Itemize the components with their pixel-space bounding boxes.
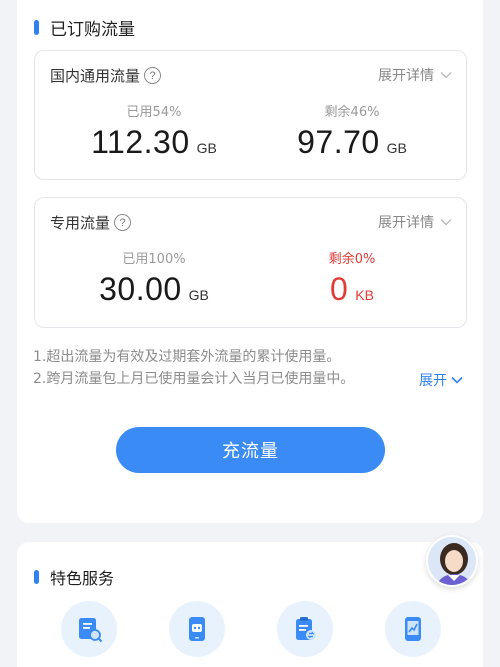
remain-label: 剩余0%: [328, 252, 376, 267]
chevron-down-icon: [440, 72, 452, 79]
remain-stat: 剩余0% 0 KB: [257, 248, 447, 308]
used-number: 112.30: [91, 124, 190, 160]
clipboard-transfer-icon[interactable]: [277, 601, 333, 657]
help-icon[interactable]: ?: [144, 67, 162, 84]
used-value: 30.00 GB: [59, 271, 249, 308]
used-number: 30.00: [99, 271, 182, 307]
used-label: 已用100%: [122, 252, 186, 267]
phone-chart-icon-graphic: [405, 617, 421, 641]
expand-details-label: 展开详情: [378, 215, 434, 231]
package-card-domestic: 国内通用流量 ? 展开详情 已用54% 112.30 GB 剩余46% 97.7…: [34, 50, 467, 180]
doc-search-icon-graphic: [79, 618, 103, 643]
robot-phone-icon[interactable]: [169, 601, 225, 657]
used-unit: GB: [196, 140, 217, 156]
expand-details-button[interactable]: 展开详情: [378, 65, 452, 85]
used-label: 已用54%: [126, 105, 182, 120]
note-line: 2.跨月流量包上月已使用量会计入当月已使用量中。: [33, 371, 355, 387]
remain-value: 0 KB: [257, 271, 447, 308]
recharge-traffic-button[interactable]: 充流量: [116, 427, 385, 473]
usage-notes: 1.超出流量为有效及过期套外流量的累计使用量。 2.跨月流量包上月已使用量会计入…: [33, 346, 473, 390]
section-title-text: 已订购流量: [50, 19, 135, 40]
remain-number: 0: [330, 271, 349, 307]
package-name: 国内通用流量 ?: [50, 65, 162, 86]
package-card-dedicated: 专用流量 ? 展开详情 已用100% 30.00 GB 剩余0% 0 KB: [34, 197, 467, 328]
remain-value: 97.70 GB: [257, 124, 447, 161]
notes-expand-label: 展开: [419, 373, 447, 389]
remain-unit: GB: [386, 140, 407, 156]
remain-label: 剩余46%: [324, 105, 380, 120]
used-unit: GB: [188, 287, 209, 303]
phone-chart-icon[interactable]: [385, 601, 441, 657]
title-accent-bar: [34, 570, 39, 584]
remain-unit: KB: [355, 287, 374, 303]
chevron-down-icon: [451, 376, 463, 384]
package-name-text: 专用流量: [50, 214, 111, 232]
doc-search-icon[interactable]: [61, 601, 117, 657]
package-name-text: 国内通用流量: [50, 67, 141, 85]
remain-number: 97.70: [297, 124, 380, 160]
title-accent-bar: [34, 19, 39, 35]
expand-details-button[interactable]: 展开详情: [378, 212, 452, 232]
section-title-services: 特色服务: [34, 564, 114, 590]
help-icon[interactable]: ?: [114, 214, 132, 231]
used-stat: 已用100% 30.00 GB: [59, 248, 249, 308]
robot-phone-icon-graphic: [189, 617, 205, 641]
note-line: 1.超出流量为有效及过期套外流量的累计使用量。: [33, 349, 341, 365]
section-title-text: 特色服务: [50, 569, 115, 588]
assistant-avatar[interactable]: [426, 535, 478, 587]
notes-expand-button[interactable]: 展开: [419, 370, 463, 390]
clipboard-transfer-icon-graphic: [296, 617, 316, 640]
section-title-subscribed: 已订购流量: [34, 14, 135, 40]
package-name: 专用流量 ?: [50, 212, 132, 233]
used-stat: 已用54% 112.30 GB: [59, 101, 249, 161]
remain-stat: 剩余46% 97.70 GB: [257, 101, 447, 161]
expand-details-label: 展开详情: [378, 68, 434, 84]
chevron-down-icon: [440, 219, 452, 226]
used-value: 112.30 GB: [59, 124, 249, 161]
